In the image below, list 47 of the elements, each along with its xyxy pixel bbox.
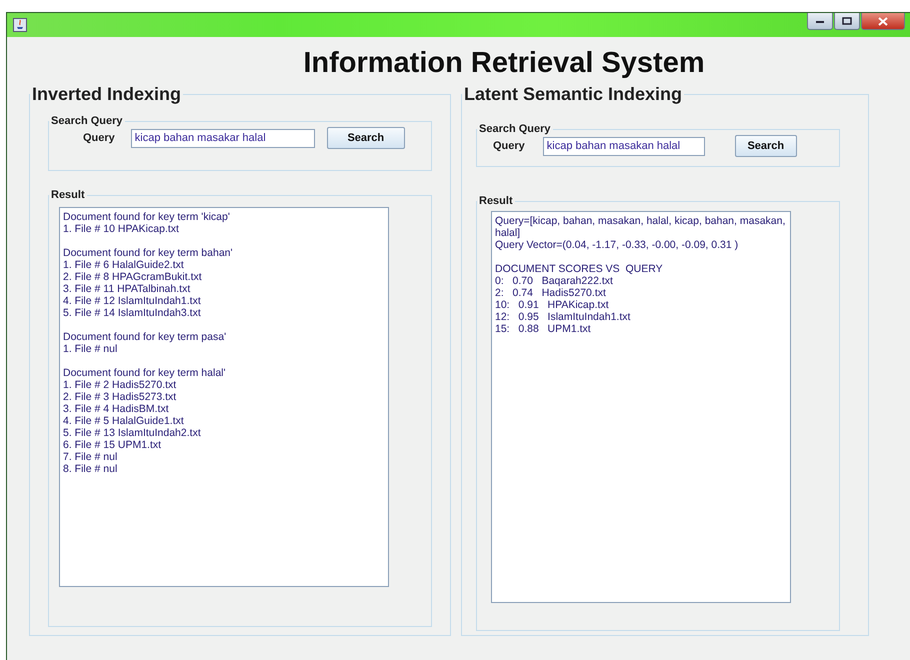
- result-line: 8. File # nul: [63, 463, 118, 475]
- panel-title: Latent Semantic Indexing: [463, 84, 684, 105]
- result-line: 4. File # 5 HalalGuide1.txt: [63, 415, 185, 427]
- maximize-icon: [842, 17, 852, 25]
- app-icon: [13, 18, 27, 32]
- result-line: 3. File # 11 HPATalbinah.txt: [63, 283, 192, 295]
- minimize-button[interactable]: [807, 13, 833, 30]
- query-label: Query: [493, 140, 525, 152]
- search-button[interactable]: Search: [326, 127, 405, 149]
- close-icon: [878, 16, 888, 26]
- result-line: Document found for key term 'kicap': [63, 211, 231, 223]
- result-line: 15: 0.88 UPM1.txt: [495, 323, 592, 335]
- result-line: Document found for key term pasa': [63, 331, 228, 343]
- result-line: 1. File # nul: [63, 343, 118, 355]
- search-button[interactable]: Search: [734, 135, 797, 157]
- result-line: Query=[kicap, bahan, masakan, halal, kicap, bahan, masakan, halal]: [495, 215, 786, 239]
- result-line: 2. File # 8 HPAGcramBukit.txt: [63, 271, 203, 283]
- group-title: Result: [478, 195, 514, 207]
- result-line: 3. File # 4 HadisBM.txt: [63, 403, 170, 415]
- query-field[interactable]: kicap bahan masakar halal: [130, 128, 315, 148]
- result-line: 0: 0.70 Baqarah222.txt: [495, 275, 614, 287]
- group-title: Search Query: [478, 123, 552, 135]
- result-line: 1. File # 2 Hadis5270.txt: [63, 379, 178, 391]
- result-line: 1. File # 6 HalalGuide2.txt: [63, 259, 185, 271]
- minimize-icon: [815, 18, 825, 24]
- close-button[interactable]: [861, 13, 905, 30]
- result-line: 2. File # 3 Hadis5273.txt: [63, 391, 178, 403]
- result-line: 10: 0.91 HPAKicap.txt: [495, 299, 610, 311]
- group-title: Result: [50, 189, 86, 201]
- result-line: 5. File # 14 IslamItuIndah3.txt: [63, 307, 202, 319]
- result-line: 5. File # 13 IslamItuIndah2.txt: [63, 427, 202, 439]
- query-label: Query: [83, 132, 115, 144]
- query-field[interactable]: kicap bahan masakan halal: [542, 136, 705, 156]
- result-line: 12: 0.95 IslamItuIndah1.txt: [495, 311, 632, 323]
- panel-title: Inverted Indexing: [31, 84, 182, 105]
- result-line: Document found for key term halal': [63, 367, 226, 379]
- group-title: Search Query: [50, 115, 124, 127]
- result-line: DOCUMENT SCORES VS QUERY: [495, 263, 664, 275]
- result-line: Query Vector=(0.04, -1.17, -0.33, -0.00, -0.09, 0.31 ): [495, 239, 740, 251]
- result-line: 1. File # 10 HPAKicap.txt: [63, 223, 180, 235]
- result-line: 7. File # nul: [63, 451, 118, 463]
- result-line: 2: 0.74 Hadis5270.txt: [495, 287, 607, 299]
- result-line: Document found for key term bahan': [63, 247, 234, 259]
- window-title: Information Retrieval System: [302, 47, 706, 80]
- result-line: 6. File # 15 UPM1.txt: [63, 439, 162, 451]
- maximize-button[interactable]: [834, 13, 860, 30]
- result-line: 4. File # 12 IslamItuIndah1.txt: [63, 295, 202, 307]
